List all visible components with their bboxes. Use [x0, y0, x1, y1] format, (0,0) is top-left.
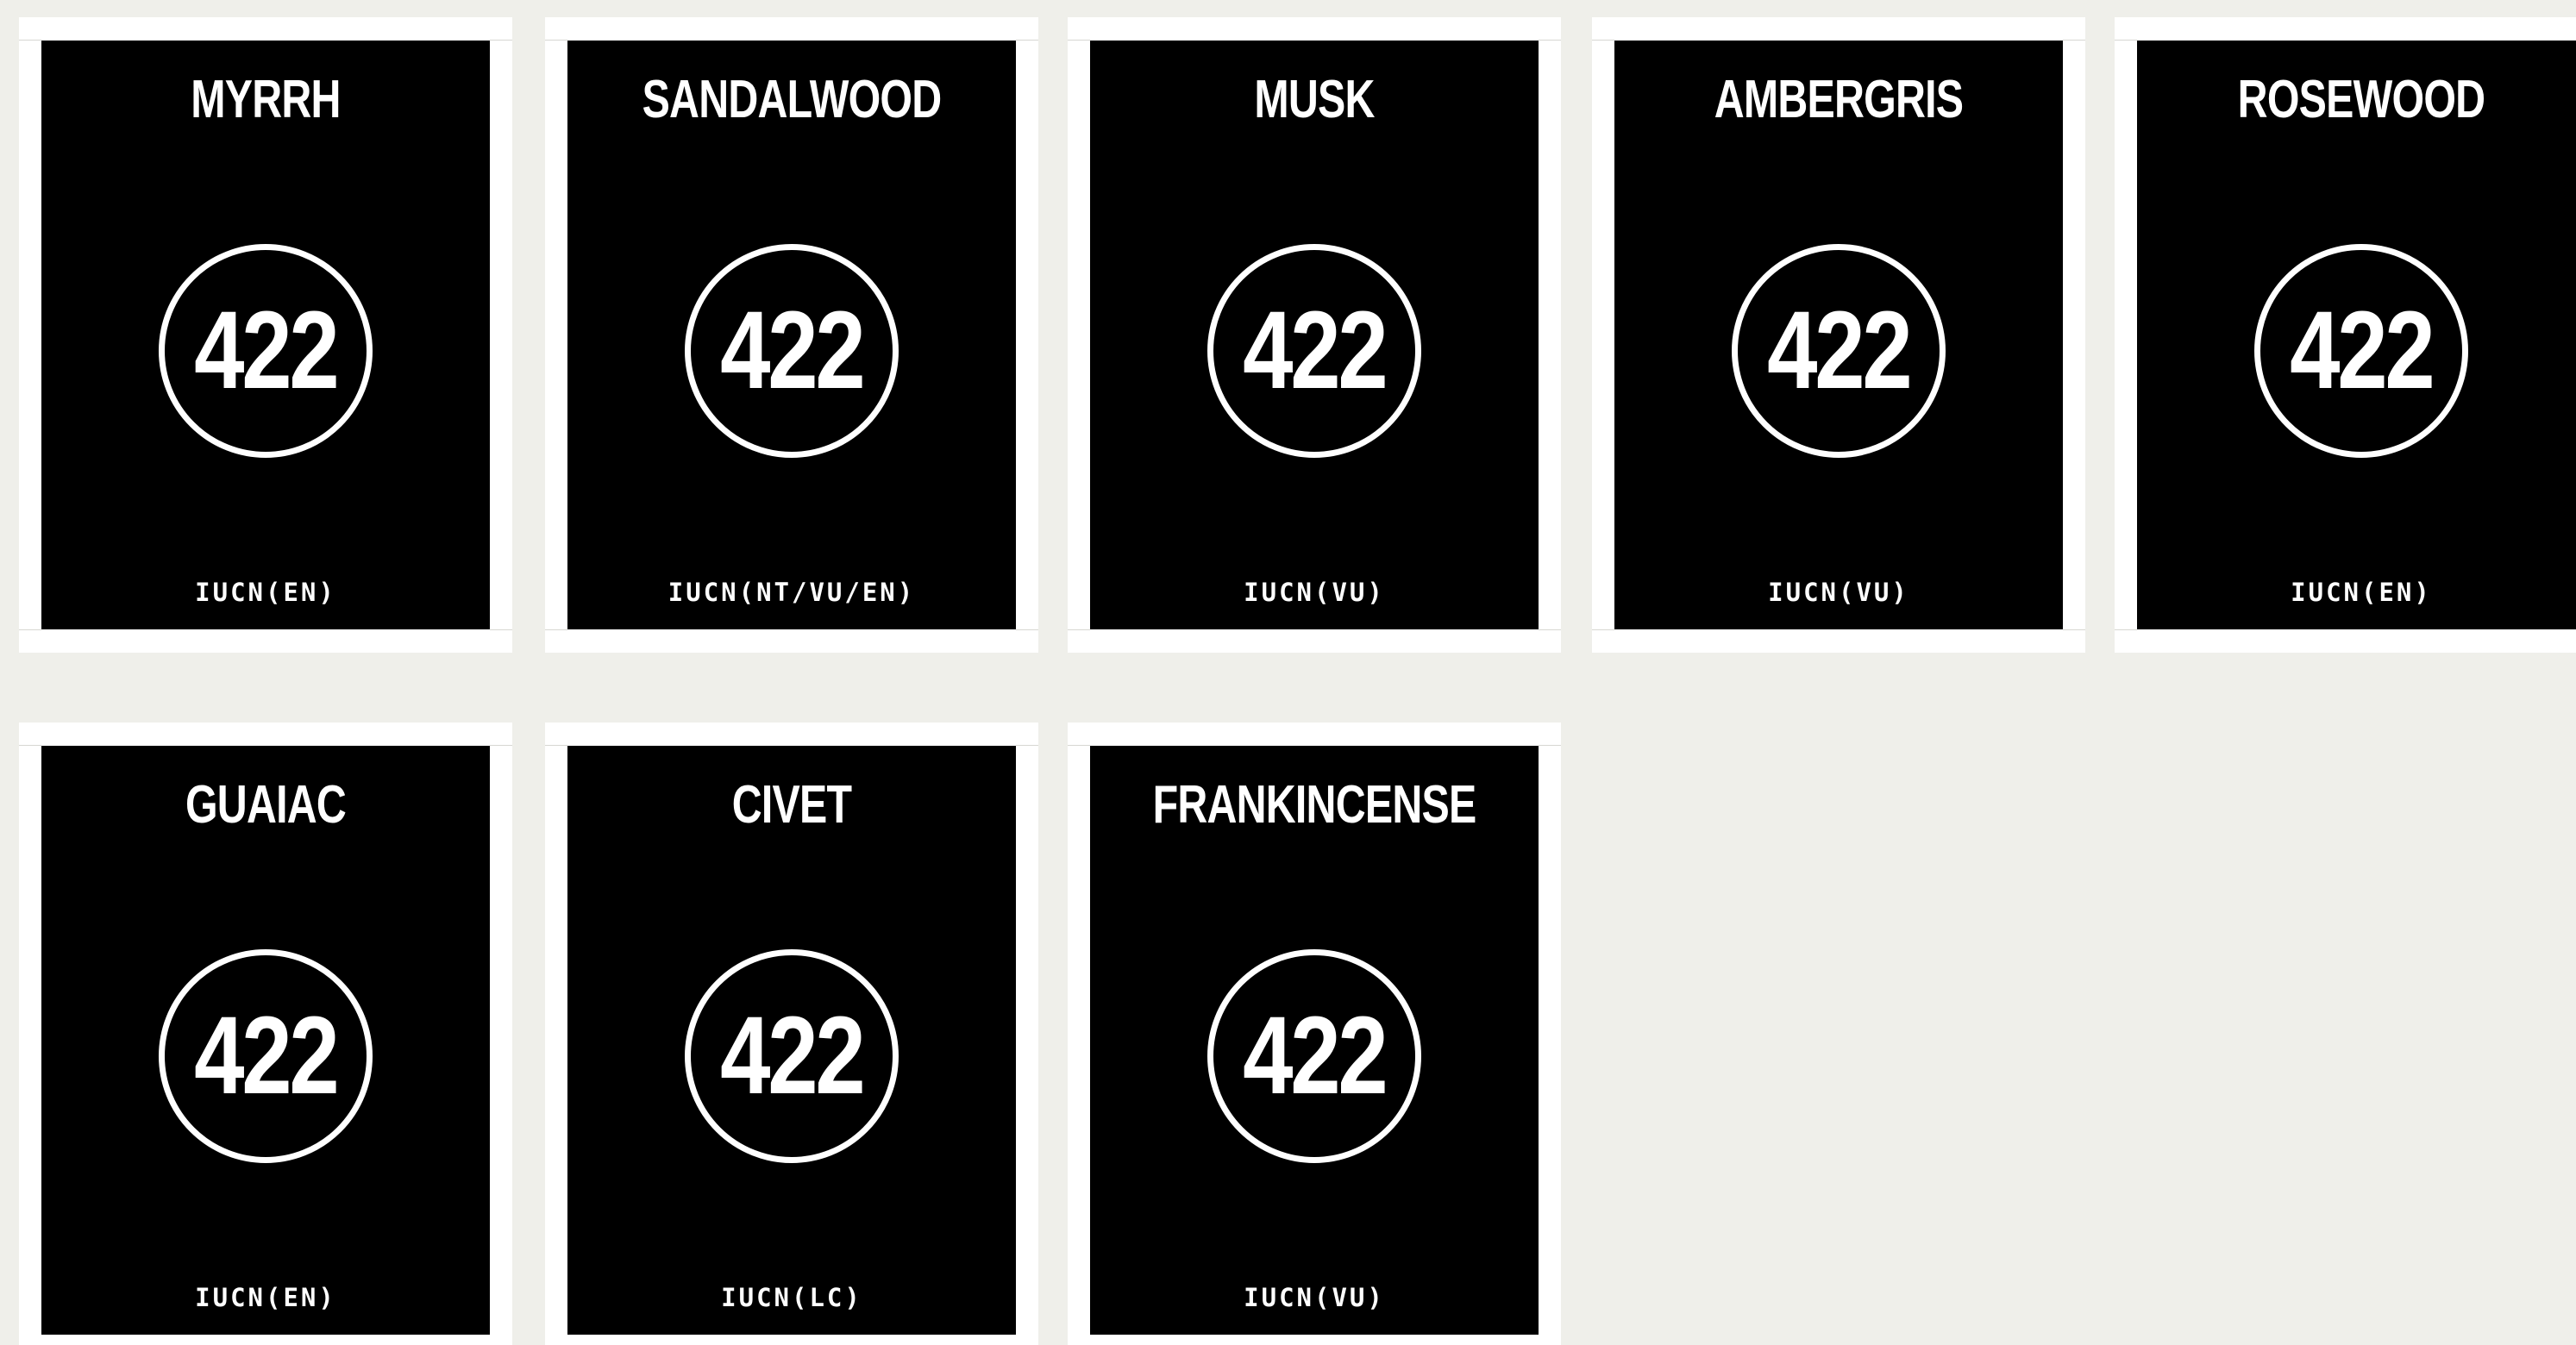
label-panel: SANDALWOOD 422 IUCN(NT/VU/EN) [567, 41, 1016, 629]
crop-mark [545, 629, 567, 630]
crop-mark [490, 745, 512, 746]
crop-mark [1068, 40, 1090, 41]
number-badge: 422 [685, 949, 899, 1163]
crop-mark [490, 629, 512, 630]
label-name: CIVET [731, 775, 852, 835]
label-panel: CIVET 422 IUCN(LC) [567, 746, 1016, 1335]
crop-mark [2063, 40, 2085, 41]
crop-mark [1016, 745, 1038, 746]
number-badge: 422 [159, 949, 373, 1163]
crop-mark [2115, 40, 2137, 41]
crop-mark [19, 629, 41, 630]
iucn-status: IUCN(EN) [195, 1283, 336, 1312]
label-name: AMBERGRIS [1714, 70, 1964, 129]
label-name: SANDALWOOD [642, 70, 943, 129]
label-card-sandalwood[interactable]: SANDALWOOD 422 IUCN(NT/VU/EN) [545, 17, 1038, 653]
label-name: GUAIAC [185, 775, 347, 835]
iucn-status: IUCN(VU) [1244, 578, 1385, 607]
crop-mark [2063, 629, 2085, 630]
badge-number: 422 [2290, 289, 2435, 412]
iucn-status: IUCN(VU) [1244, 1283, 1385, 1312]
number-badge: 422 [1207, 949, 1421, 1163]
badge-number: 422 [194, 289, 340, 412]
number-badge: 422 [1732, 244, 1946, 458]
badge-number: 422 [1243, 289, 1388, 412]
label-card-guaiac[interactable]: GUAIAC 422 IUCN(EN) [19, 723, 512, 1345]
label-panel: ROSEWOOD 422 IUCN(EN) [2137, 41, 2576, 629]
crop-mark [1592, 40, 1614, 41]
crop-mark [19, 745, 41, 746]
crop-mark [1592, 629, 1614, 630]
crop-mark [1016, 629, 1038, 630]
label-name: MUSK [1254, 70, 1375, 129]
label-name: ROSEWOOD [2237, 70, 2485, 129]
iucn-status: IUCN(NT/VU/EN) [668, 578, 916, 607]
label-card-rosewood[interactable]: ROSEWOOD 422 IUCN(EN) [2115, 17, 2576, 653]
crop-mark [1068, 629, 1090, 630]
iucn-status: IUCN(EN) [195, 578, 336, 607]
badge-number: 422 [1767, 289, 1913, 412]
iucn-status: IUCN(VU) [1768, 578, 1909, 607]
label-name: FRANKINCENSE [1152, 775, 1477, 835]
label-name: MYRRH [191, 70, 341, 129]
crop-mark [1539, 40, 1561, 41]
number-badge: 422 [685, 244, 899, 458]
badge-number: 422 [720, 289, 866, 412]
crop-mark [545, 40, 567, 41]
label-card-frankincense[interactable]: FRANKINCENSE 422 IUCN(VU) [1068, 723, 1561, 1345]
label-card-civet[interactable]: CIVET 422 IUCN(LC) [545, 723, 1038, 1345]
label-panel: MUSK 422 IUCN(VU) [1090, 41, 1539, 629]
crop-mark [490, 40, 512, 41]
badge-number: 422 [1243, 994, 1388, 1117]
crop-mark [545, 745, 567, 746]
iucn-status: IUCN(LC) [721, 1283, 862, 1312]
number-badge: 422 [2254, 244, 2468, 458]
crop-mark [1539, 745, 1561, 746]
badge-number: 422 [194, 994, 340, 1117]
label-panel: GUAIAC 422 IUCN(EN) [41, 746, 490, 1335]
iucn-status: IUCN(EN) [2291, 578, 2432, 607]
crop-mark [1068, 745, 1090, 746]
label-panel: FRANKINCENSE 422 IUCN(VU) [1090, 746, 1539, 1335]
label-card-ambergris[interactable]: AMBERGRIS 422 IUCN(VU) [1592, 17, 2085, 653]
number-badge: 422 [1207, 244, 1421, 458]
crop-mark [2115, 629, 2137, 630]
label-card-musk[interactable]: MUSK 422 IUCN(VU) [1068, 17, 1561, 653]
badge-number: 422 [720, 994, 866, 1117]
number-badge: 422 [159, 244, 373, 458]
label-panel: AMBERGRIS 422 IUCN(VU) [1614, 41, 2063, 629]
label-card-myrrh[interactable]: MYRRH 422 IUCN(EN) [19, 17, 512, 653]
crop-mark [1539, 629, 1561, 630]
crop-mark [19, 40, 41, 41]
label-grid: MYRRH 422 IUCN(EN) SANDALWOOD 422 IUCN(N… [0, 0, 2576, 1345]
crop-mark [1016, 40, 1038, 41]
label-panel: MYRRH 422 IUCN(EN) [41, 41, 490, 629]
